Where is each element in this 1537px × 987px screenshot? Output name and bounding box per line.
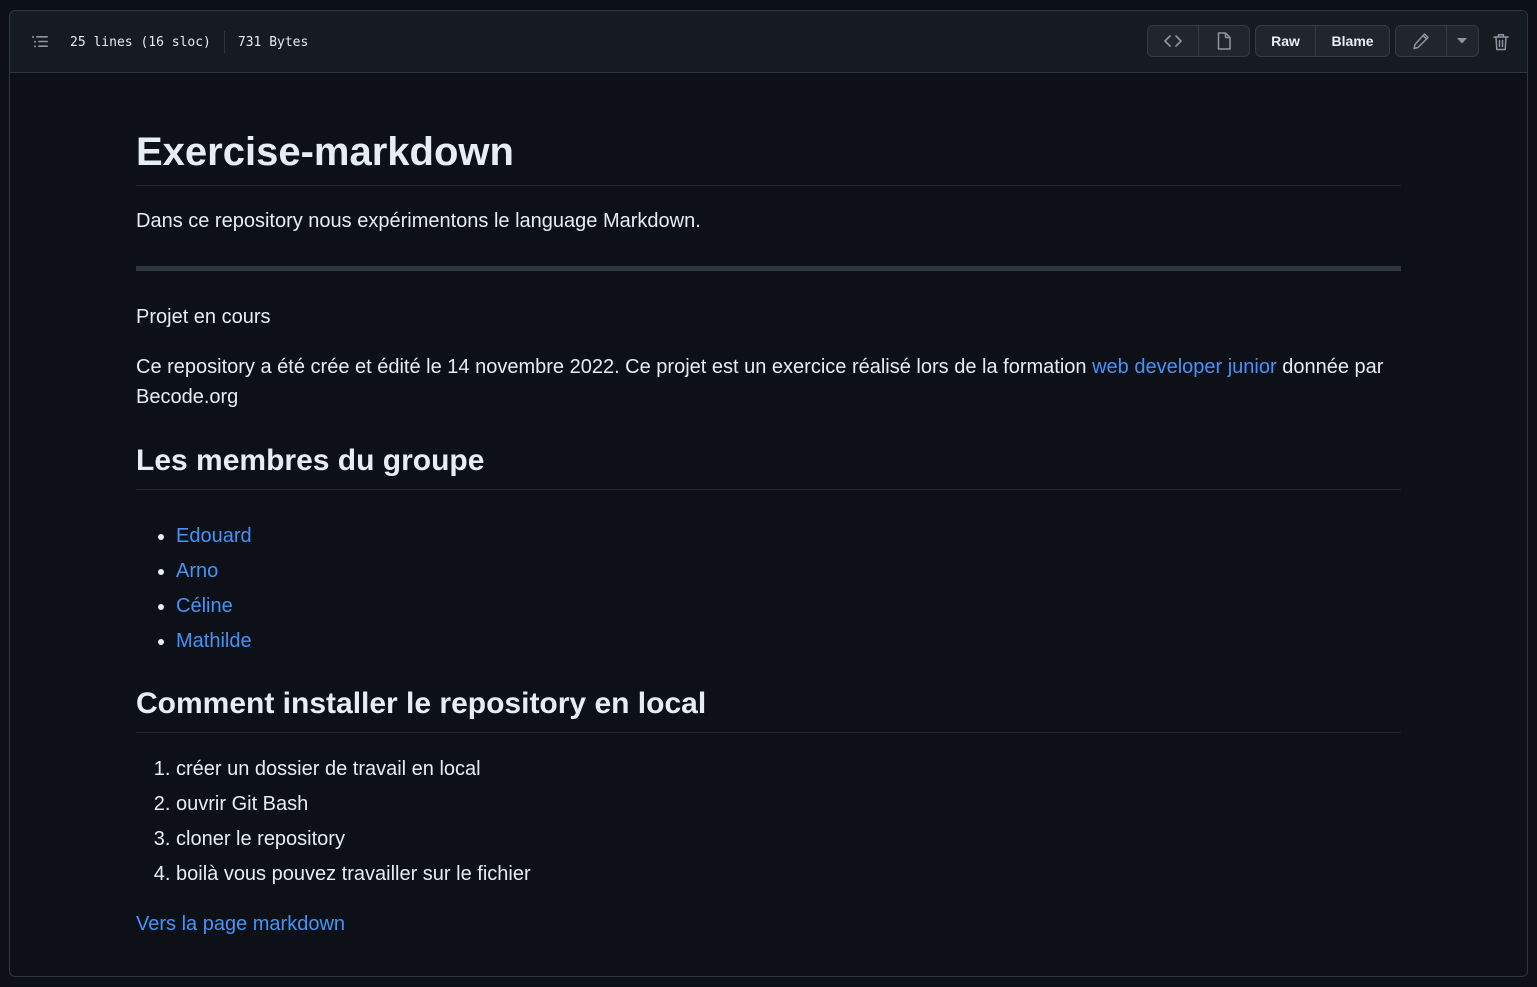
member-link[interactable]: Arno [176, 560, 218, 582]
list-item: Edouard [176, 521, 252, 556]
line-count: 25 lines (16 sloc) [70, 34, 211, 50]
edit-button[interactable] [1396, 26, 1446, 56]
edit-group [1395, 25, 1479, 57]
list-item: créer un dossier de travail en local [176, 754, 531, 789]
preview-button[interactable] [1198, 26, 1249, 56]
list-item: cloner le repository [176, 824, 531, 859]
view-toggle [1147, 25, 1250, 57]
file-icon [1217, 32, 1231, 50]
install-heading-divider [136, 732, 1401, 733]
list-item: ouvrir Git Bash [176, 789, 531, 824]
install-heading: Comment installer le repository en local [136, 687, 707, 720]
list-item: Arno [176, 556, 252, 591]
list-item: boilà vous pouvez travailler sur le fich… [176, 859, 531, 894]
members-heading: Les membres du groupe [136, 444, 485, 477]
member-link[interactable]: Céline [176, 595, 233, 617]
file-size: 731 Bytes [237, 34, 309, 50]
trash-icon [1493, 34, 1509, 51]
footer-paragraph: Vers la page markdown [136, 909, 345, 939]
raw-button[interactable]: Raw [1256, 26, 1315, 56]
readme-title: Exercise-markdown [136, 130, 514, 174]
members-list: Edouard Arno Céline Mathilde [136, 521, 252, 661]
list-item: Céline [176, 591, 252, 626]
member-link[interactable]: Edouard [176, 525, 252, 547]
divider [223, 31, 225, 53]
pencil-icon [1413, 33, 1429, 50]
markdown-page-link[interactable]: Vers la page markdown [136, 913, 345, 935]
table-of-contents-icon[interactable] [31, 33, 49, 51]
member-link[interactable]: Mathilde [176, 630, 252, 652]
description-text: Ce repository a été crée et édité le 14 … [136, 356, 1093, 378]
code-icon [1164, 35, 1182, 47]
file-info: 25 lines (16 sloc) 731 Bytes [70, 31, 309, 53]
list-item: Mathilde [176, 626, 252, 661]
title-divider [136, 185, 1401, 186]
blame-button[interactable]: Blame [1315, 26, 1389, 56]
caret-down-icon [1457, 38, 1468, 44]
file-viewer: 25 lines (16 sloc) 731 Bytes Raw Blame E… [9, 10, 1528, 977]
formation-link[interactable]: web developer junior [1092, 356, 1277, 378]
edit-dropdown-button[interactable] [1445, 26, 1478, 56]
intro-paragraph: Dans ce repository nous expérimentons le… [136, 210, 701, 232]
file-header: 25 lines (16 sloc) 731 Bytes Raw Blame [10, 11, 1527, 73]
code-view-button[interactable] [1148, 26, 1198, 56]
members-heading-divider [136, 489, 1401, 490]
description-paragraph: Ce repository a été crée et édité le 14 … [136, 352, 1401, 412]
raw-blame-group: Raw Blame [1255, 25, 1390, 57]
status-paragraph: Projet en cours [136, 306, 271, 328]
install-steps-list: créer un dossier de travail en local ouv… [136, 754, 531, 894]
delete-button[interactable] [1490, 31, 1512, 53]
horizontal-rule [136, 266, 1401, 271]
